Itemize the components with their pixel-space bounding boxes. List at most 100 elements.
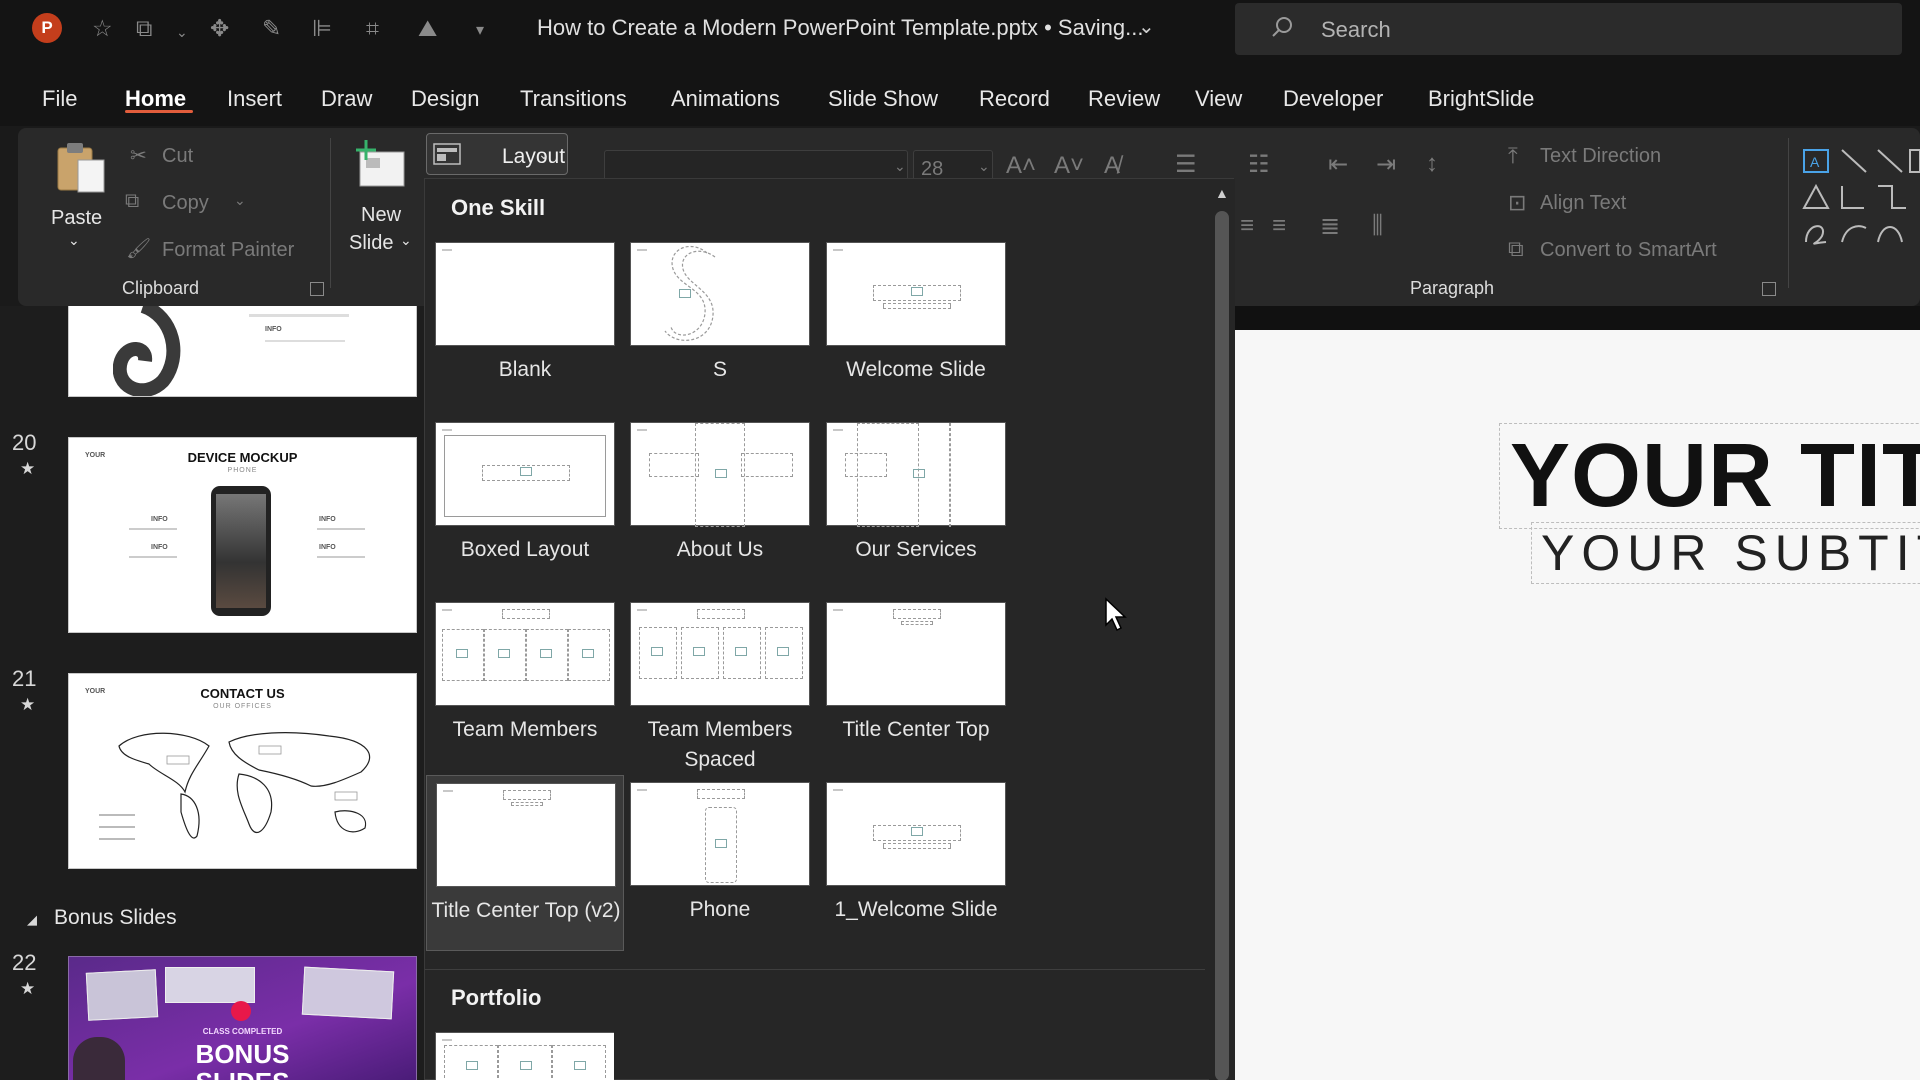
tab-transitions[interactable]: Transitions (520, 86, 627, 112)
layout-thumbnail (826, 242, 1006, 346)
move-icon[interactable]: ✥ (210, 14, 229, 42)
layout-team-members-spaced[interactable]: Team Members Spaced (621, 595, 810, 771)
layout-about-us[interactable]: About Us (621, 415, 810, 589)
layout-portfolio-item[interactable] (426, 1025, 614, 1080)
layout-s[interactable]: S (621, 235, 810, 409)
s-shape-placeholder (664, 245, 716, 341)
tab-insert[interactable]: Insert (227, 86, 282, 112)
justify-icon[interactable]: ≣ (1320, 212, 1340, 241)
tab-animations[interactable]: Animations (671, 86, 780, 112)
world-map-image (118, 732, 371, 839)
bullets-icon[interactable]: ☰ (1175, 150, 1197, 179)
paste-icon[interactable] (54, 140, 110, 196)
customize-icon[interactable]: ▾ (476, 17, 484, 45)
new-slide-label[interactable]: Slide (349, 232, 393, 255)
chevron-down-icon[interactable]: ⌄ (68, 232, 80, 249)
slide-thumbnail-bonus-slides[interactable]: CLASS COMPLETED BONUS SLIDES (68, 956, 417, 1080)
slide-thumbnail-kicker: CLASS COMPLETED (202, 1027, 283, 1036)
picture-icon[interactable]: ⛰ (418, 14, 437, 42)
clear-formatting-icon[interactable]: A̸ (1104, 152, 1120, 180)
layout-team-members[interactable]: Team Members (426, 595, 615, 769)
slide-number: 20 (12, 430, 37, 455)
slide-thumbnail-device-mockup[interactable]: YOUR DEVICE MOCKUP PHONE INFO INFO INFO … (68, 437, 417, 633)
slide-subtitle[interactable]: YOUR SUBTIT (1541, 524, 1920, 582)
layout-thumbnail (435, 422, 615, 526)
align-center-icon[interactable]: ≡ (1240, 212, 1254, 240)
clipboard-dialog-launcher[interactable] (310, 282, 324, 296)
tab-developer[interactable]: Developer (1283, 86, 1383, 112)
smartart-icon: ⧉ (1508, 236, 1524, 261)
increase-font-icon[interactable]: A˄ (1006, 152, 1036, 180)
paste-button[interactable]: Paste (51, 207, 102, 230)
gallery-scrollbar[interactable]: ▲ (1209, 179, 1235, 1080)
chevron-down-icon[interactable]: ⌄ (1138, 14, 1155, 39)
chevron-down-icon[interactable]: ⌄ (978, 158, 990, 175)
chevron-down-icon[interactable]: ⌄ (400, 232, 412, 249)
crop-icon[interactable]: ⌗ (366, 14, 379, 42)
tab-draw[interactable]: Draw (321, 86, 372, 112)
cut-button[interactable]: Cut (162, 145, 193, 168)
slide-thumbnail[interactable]: INFO (68, 306, 417, 397)
section-label-bonus-slides[interactable]: Bonus Slides (54, 906, 177, 930)
decrease-indent-icon[interactable]: ⇤ (1328, 150, 1348, 179)
layout-label: Title Center Top (v2) (431, 899, 621, 922)
chevron-down-icon[interactable]: ⌄ (176, 18, 188, 46)
layout-welcome-slide[interactable]: Welcome Slide (817, 235, 1006, 409)
chevron-down-icon[interactable]: ⌄ (234, 192, 246, 209)
text-direction-button[interactable]: Text Direction (1540, 145, 1661, 168)
tab-brightslide[interactable]: BrightSlide (1428, 86, 1534, 112)
search-box[interactable]: Search (1235, 3, 1902, 55)
star-icon[interactable]: ☆ (92, 14, 113, 42)
align-right-icon[interactable]: ≡ (1272, 212, 1286, 240)
tab-review[interactable]: Review (1088, 86, 1160, 112)
format-painter-button[interactable]: Format Painter (162, 239, 294, 262)
slide-canvas[interactable]: YOUR TIT YOUR SUBTIT (1234, 330, 1920, 1080)
slides-icon[interactable]: ⧉ (136, 14, 152, 42)
copy-button[interactable]: Copy (162, 192, 209, 215)
layout-title-center-top-v2[interactable]: Title Center Top (v2) (426, 775, 624, 951)
line-spacing-icon[interactable]: ↕ (1426, 150, 1438, 178)
shapes-gallery[interactable]: A (1802, 146, 1920, 254)
tab-file[interactable]: File (42, 86, 77, 112)
decrease-font-icon[interactable]: A˅ (1054, 152, 1084, 180)
align-icon[interactable]: ⊫ (312, 14, 332, 42)
layout-1-welcome-slide[interactable]: 1_Welcome Slide (817, 775, 1006, 949)
tab-view[interactable]: View (1195, 86, 1242, 112)
star-icon: ★ (20, 979, 36, 998)
align-text-button[interactable]: Align Text (1540, 192, 1626, 215)
layout-label: 1_Welcome Slide (834, 898, 998, 921)
tab-record[interactable]: Record (979, 86, 1050, 112)
text-line (249, 314, 349, 317)
layout-our-services[interactable]: Our Services (817, 415, 1006, 589)
layout-thumbnail (826, 782, 1006, 886)
new-slide-button[interactable]: New (361, 204, 401, 227)
scissors-icon: ✂ (130, 145, 147, 167)
format-painter-icon: 🖌 (126, 238, 152, 260)
layout-button[interactable]: Layout ⌄ (426, 133, 568, 175)
scrollbar-thumb[interactable] (1215, 211, 1229, 1080)
chevron-down-icon[interactable]: ⌄ (894, 158, 906, 175)
paragraph-dialog-launcher[interactable] (1762, 282, 1776, 296)
document-title[interactable]: How to Create a Modern PowerPoint Templa… (537, 15, 1144, 41)
search-input[interactable]: Search (1321, 17, 1391, 43)
gallery-section-header: Portfolio (451, 985, 542, 1010)
layout-blank[interactable]: Blank (426, 235, 615, 409)
increase-indent-icon[interactable]: ⇥ (1376, 150, 1396, 179)
new-slide-icon[interactable] (352, 138, 408, 192)
tab-slide-show[interactable]: Slide Show (828, 86, 938, 112)
slide-title[interactable]: YOUR TIT (1510, 425, 1920, 528)
tab-home[interactable]: Home (125, 86, 186, 112)
layout-phone[interactable]: Phone (621, 775, 810, 949)
clipboard-group-label: Clipboard (122, 278, 200, 298)
tab-design[interactable]: Design (411, 86, 479, 112)
layout-title-center-top[interactable]: Title Center Top (817, 595, 1006, 769)
gallery-divider (425, 969, 1205, 970)
columns-icon[interactable]: ⫼ (1372, 212, 1383, 240)
pen-icon[interactable]: ✎ (262, 14, 281, 42)
slide-thumbnail-contact-us[interactable]: YOUR CONTACT US OUR OFFICES (68, 673, 417, 869)
numbering-icon[interactable]: ☷ (1248, 150, 1270, 179)
scroll-up-icon[interactable]: ▲ (1215, 185, 1229, 201)
collapse-section-icon[interactable]: ◢ (27, 912, 37, 928)
convert-smartart-button[interactable]: Convert to SmartArt (1540, 239, 1717, 262)
layout-boxed-layout[interactable]: Boxed Layout (426, 415, 615, 589)
